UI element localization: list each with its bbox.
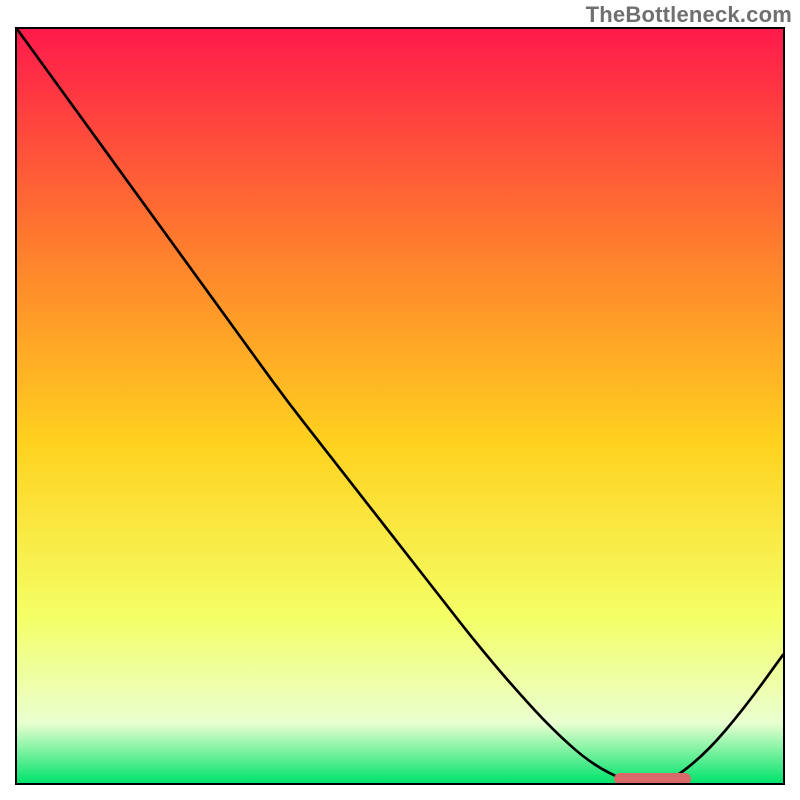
plot-area <box>15 27 785 785</box>
curve-layer <box>17 29 783 783</box>
chart-stage: TheBottleneck.com <box>0 0 800 800</box>
watermark-text: TheBottleneck.com <box>586 2 792 28</box>
bottleneck-curve <box>17 29 783 783</box>
optimum-marker <box>614 773 691 785</box>
